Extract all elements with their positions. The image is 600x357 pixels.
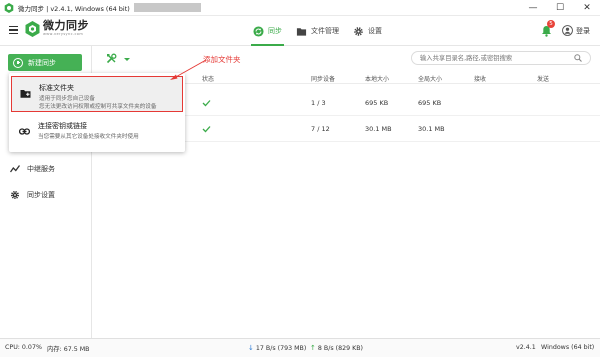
tab-sync-label: 同步 (268, 27, 282, 35)
column-devices: 同步设备 (311, 76, 336, 83)
menu-item-key-or-link[interactable]: 连接密钥或链接 当您需要从其它设备处接收文件夹时使用 (11, 115, 183, 151)
row-devices: 7 / 12 (311, 125, 330, 133)
sidebar-item-relay[interactable]: 中继服务 (10, 164, 55, 174)
row-global-size: 695 KB (418, 99, 442, 107)
row-global-size: 30.1 MB (418, 125, 445, 133)
tab-file-manager[interactable]: 文件管理 (296, 16, 339, 46)
chevron-down-icon[interactable] (124, 58, 130, 61)
download-rate: ↓ 17 B/s (793 MB) (248, 344, 306, 352)
tab-settings[interactable]: 设置 (353, 16, 382, 46)
relay-chart-icon (10, 165, 20, 173)
sidebar-item-sync-settings[interactable]: 同步设置 (10, 190, 55, 200)
link-icon (19, 128, 30, 135)
sidebar-item-label: 同步设置 (27, 191, 55, 199)
tab-settings-label: 设置 (368, 27, 382, 35)
app-version: v2.4.1 (516, 344, 536, 351)
tab-file-manager-label: 文件管理 (311, 27, 339, 35)
close-button[interactable]: ✕ (574, 0, 600, 16)
sync-icon (253, 25, 264, 37)
menu-item-standard-folder[interactable]: 标准文件夹 适用于同步您自己设备 您无法更改访问权限或控制可共享文件夹的设备 (11, 76, 183, 112)
user-icon (562, 25, 573, 36)
minimize-button[interactable]: — (520, 0, 546, 16)
check-icon (202, 126, 211, 133)
folder-add-icon (20, 90, 31, 98)
platform: Windows (64 bit) (541, 344, 595, 351)
column-receive: 接收 (474, 76, 487, 83)
arrow-up-icon: ↑ (310, 344, 316, 352)
search-input[interactable] (411, 51, 591, 65)
new-sync-label: 新建同步 (28, 58, 56, 67)
column-send: 发送 (537, 76, 550, 83)
title-bar: 微力同步 | v2.4.1, Windows (64 bit) — ☐ ✕ (0, 0, 600, 16)
notification-badge: 5 (547, 20, 555, 28)
menu-item-description: 您无法更改访问权限或控制可共享文件夹的设备 (39, 104, 157, 110)
logo-url: www.verysync.com (43, 32, 84, 36)
memory-usage: 内存: 67.5 MB (47, 346, 90, 353)
logo-mark-icon (25, 20, 40, 37)
annotation-arrow (170, 59, 207, 80)
row-devices: 1 / 3 (311, 99, 326, 107)
arrow-down-icon: ↓ (248, 344, 254, 352)
sidebar-item-label: 中继服务 (27, 165, 55, 173)
new-sync-dropdown: 标准文件夹 适用于同步您自己设备 您无法更改访问权限或控制可共享文件夹的设备 连… (9, 73, 185, 152)
redacted-block (133, 3, 201, 12)
login-button[interactable]: 登录 (562, 25, 590, 36)
row-local-size: 695 KB (365, 99, 389, 107)
download-rate-value: 17 B/s (793 MB) (255, 345, 307, 352)
status-bar: CPU: 0.07% 内存: 67.5 MB ↓ 17 B/s (793 MB)… (0, 338, 600, 357)
row-local-size: 30.1 MB (365, 125, 392, 133)
main-nav: 同步 文件管理 设置 (251, 16, 396, 46)
new-sync-button[interactable]: 新建同步 (8, 54, 82, 71)
app-logo-icon (4, 2, 14, 13)
menu-item-description: 当您需要从其它设备处接收文件夹时使用 (38, 134, 139, 140)
brand-logo: 微力同步 www.verysync.com (25, 20, 89, 37)
upload-rate: ↑ 8 B/s (829 KB) (310, 344, 363, 352)
menu-item-title: 标准文件夹 (39, 84, 74, 92)
tab-sync[interactable]: 同步 (251, 16, 284, 46)
menu-item-description: 适用于同步您自己设备 (39, 96, 95, 102)
login-label: 登录 (576, 26, 590, 35)
upload-rate-value: 8 B/s (829 KB) (317, 345, 364, 352)
logo-text: 微力同步 (43, 19, 89, 32)
menu-item-title: 连接密钥或链接 (38, 122, 87, 130)
annotation-label: 添加文件夹 (203, 55, 241, 64)
menu-icon[interactable] (9, 26, 18, 36)
column-global-size: 全局大小 (418, 76, 443, 83)
check-icon (202, 100, 211, 107)
file-manager-icon (296, 27, 307, 36)
plus-circle-icon (13, 57, 23, 68)
tools-icon[interactable] (106, 53, 117, 64)
maximize-button[interactable]: ☐ (547, 0, 573, 16)
gear-icon (10, 190, 20, 200)
app-header: 微力同步 www.verysync.com 同步 文件管理 设置 5 登录 (0, 16, 600, 46)
window-title: 微力同步 | v2.4.1, Windows (64 bit) (18, 4, 130, 13)
cpu-usage: CPU: 0.07% (5, 344, 42, 351)
column-local-size: 本地大小 (365, 76, 390, 83)
gear-icon (354, 26, 363, 36)
search-icon[interactable] (574, 54, 582, 62)
